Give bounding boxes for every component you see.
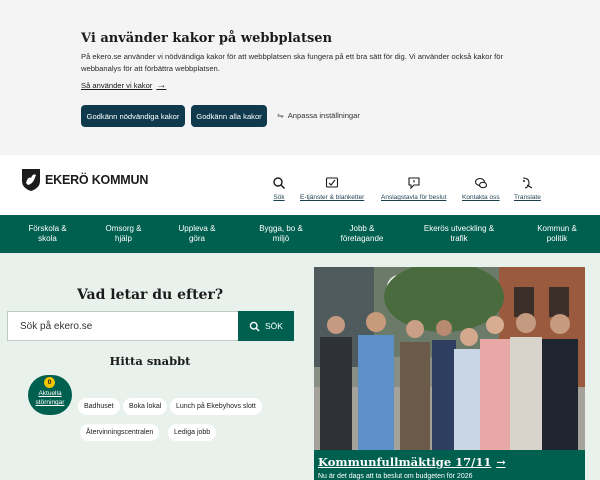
nav-label-line2: miljö xyxy=(272,234,290,243)
disruptions-button[interactable]: 0 Aktuella störningar xyxy=(28,375,72,415)
cookie-info-link-label: Så använder vi kakor xyxy=(81,81,153,90)
header-notice-board-label: Anslagstavla för beslut xyxy=(381,194,447,201)
nav-label-line1: Omsorg & xyxy=(105,224,142,233)
nav-item-politics[interactable]: Kommun & politik xyxy=(514,215,600,253)
quick-link-chip[interactable]: Lediga jobb xyxy=(168,424,217,441)
arrow-right-icon: → xyxy=(496,455,506,469)
notice-board-icon xyxy=(408,177,420,190)
e-services-icon xyxy=(326,177,339,188)
disruptions-count-badge: 0 xyxy=(44,377,55,388)
header-search-link[interactable]: Sök xyxy=(272,176,286,201)
search-button-label: SÖK xyxy=(265,321,283,331)
customize-settings-button[interactable]: ⇋ Anpassa inställningar xyxy=(277,111,360,120)
site-logo[interactable]: EKERÖ KOMMUN xyxy=(21,168,148,192)
feature-card-title-link[interactable]: Kommunfullmäktige 17/11 → xyxy=(318,455,506,469)
quick-link-chip[interactable]: Återvinningscentralen xyxy=(80,424,160,441)
nav-item-experience[interactable]: Uppleva & göra xyxy=(152,215,242,253)
search-heading: Vad letar du efter? xyxy=(76,287,224,303)
logo-text: EKERÖ KOMMUN xyxy=(45,173,149,187)
search-input[interactable]: Sök på ekero.se xyxy=(7,311,238,341)
search-button[interactable]: SÖK xyxy=(238,311,294,341)
nav-label-line2: skola xyxy=(38,234,57,243)
quick-links-heading: Hitta snabbt xyxy=(109,354,191,368)
sliders-icon: ⇋ xyxy=(277,111,284,120)
cookie-info-link[interactable]: Så använder vi kakor → xyxy=(81,80,166,91)
coat-of-arms-icon xyxy=(22,169,40,191)
quick-link-chip[interactable]: Badhuset xyxy=(78,398,120,415)
nav-label-line2: hjälp xyxy=(115,234,132,243)
nav-label-line1: Jobb & xyxy=(349,224,375,233)
feature-card-subtitle: Nu är det dags att ta beslut om budgeten… xyxy=(318,473,473,480)
cookie-banner: Vi använder kakor på webbplatsen På eker… xyxy=(0,0,600,155)
customize-settings-label: Anpassa inställningar xyxy=(287,111,360,120)
main-navigation: Förskola & skola Omsorg & hjälp Uppleva & g… xyxy=(0,215,600,253)
nav-label-line2: trafik xyxy=(450,234,468,243)
nav-item-building[interactable]: Bygga, bo & miljö xyxy=(242,215,320,253)
nav-label-line1: Ekerös utveckling & xyxy=(423,224,495,233)
header-contact-label: Kontakta oss xyxy=(462,194,500,201)
nav-label-line1: Förskola & xyxy=(28,224,67,233)
feature-card-title: Kommunfullmäktige 17/11 xyxy=(318,455,492,469)
header-e-services-link[interactable]: E-tjänster & blanketter xyxy=(300,176,364,201)
header-notice-board-link[interactable]: Anslagstavla för beslut xyxy=(381,176,446,201)
chat-icon xyxy=(474,177,487,189)
council-photo xyxy=(314,267,585,450)
header-contact-link[interactable]: Kontakta oss xyxy=(462,176,500,201)
nav-label-line2: göra xyxy=(188,234,205,243)
accept-necessary-button[interactable]: Godkänn nödvändiga kakor xyxy=(81,105,185,127)
search-icon xyxy=(273,177,285,189)
header-translate-label: Translate xyxy=(514,194,541,201)
disruptions-label-line2: störningar xyxy=(35,399,65,406)
nav-label-line2: företagande xyxy=(340,234,384,243)
cookie-description: På ekero.se använder vi nödvändiga kakor… xyxy=(81,52,503,73)
header-e-services-label: E-tjänster & blanketter xyxy=(300,194,365,201)
arrow-right-icon: → xyxy=(156,80,167,91)
quick-link-chip[interactable]: Lunch på Ekebyhovs slott xyxy=(170,398,262,415)
quick-link-chip[interactable]: Boka lokal xyxy=(123,398,168,415)
nav-item-school[interactable]: Förskola & skola xyxy=(0,215,95,253)
translate-icon xyxy=(523,177,533,189)
search-icon xyxy=(249,321,260,332)
nav-label-line1: Bygga, bo & xyxy=(259,224,303,233)
nav-label-line1: Kommun & xyxy=(537,224,577,233)
nav-label-line2: politik xyxy=(546,234,568,243)
nav-label-line1: Uppleva & xyxy=(178,224,216,233)
header-search-label: Sök xyxy=(273,194,285,201)
nav-item-care[interactable]: Omsorg & hjälp xyxy=(95,215,152,253)
accept-all-button[interactable]: Godkänn alla kakor xyxy=(191,105,267,127)
header-translate-link[interactable]: Translate xyxy=(514,176,541,201)
cookie-title: Vi använder kakor på webbplatsen xyxy=(81,31,333,46)
disruptions-label-line1: Aktuella xyxy=(38,390,62,397)
nav-item-development[interactable]: Ekerös utveckling & trafik xyxy=(404,215,514,253)
nav-item-jobs[interactable]: Jobb & företagande xyxy=(320,215,404,253)
